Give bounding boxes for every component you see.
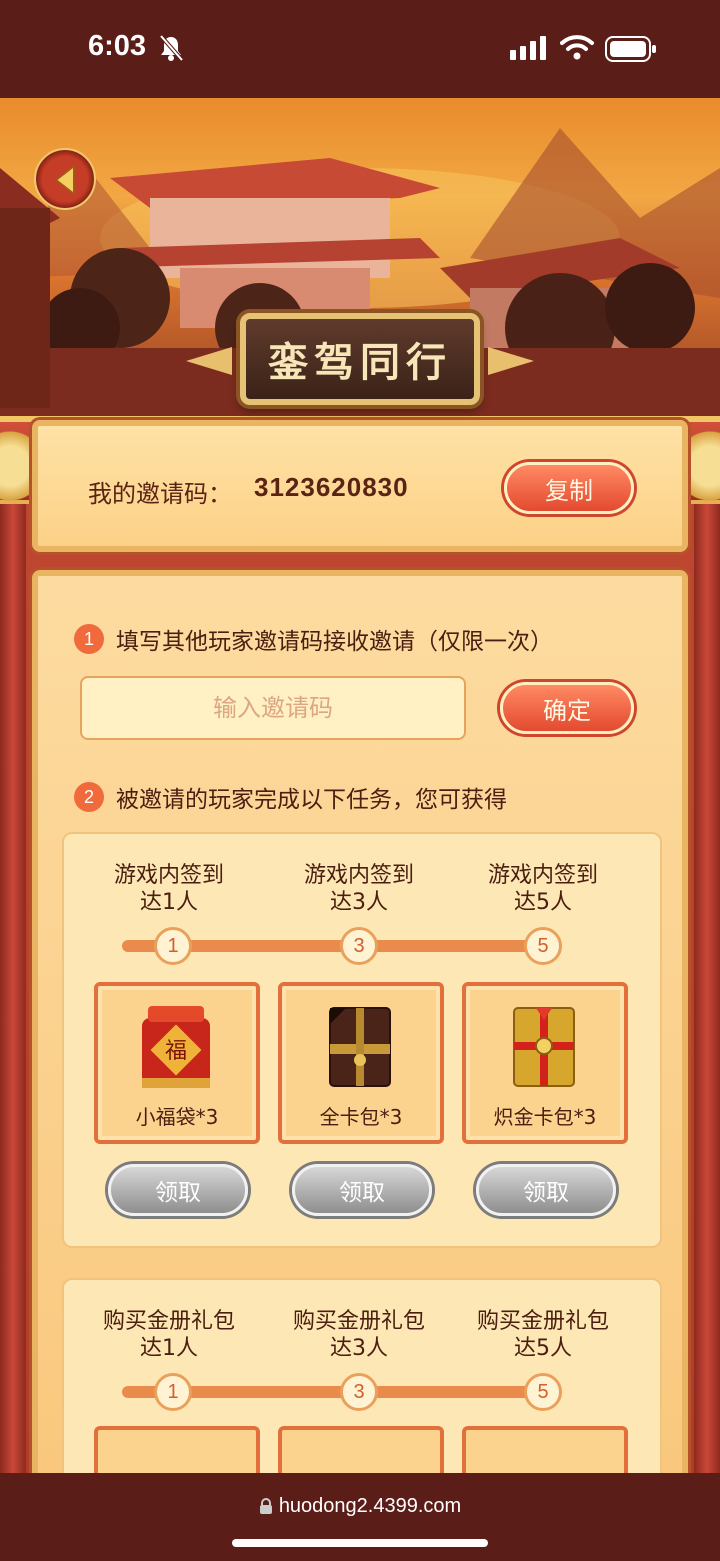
left-pillar-decoration <box>0 428 26 1473</box>
purchase-reward-panel: 购买金册礼包 达1人 购买金册礼包 达3人 购买金册礼包 达5人 1 3 5 <box>62 1278 662 1473</box>
milestone-label: 购买金册礼包 达1人 <box>84 1308 254 1362</box>
reward-name: 炽金卡包*3 <box>493 1105 597 1129</box>
claim-button[interactable]: 领取 <box>292 1164 432 1216</box>
step-1-text: 填写其他玩家邀请码接收邀请（仅限一次） <box>116 629 553 655</box>
confirm-button[interactable]: 确定 <box>500 682 634 734</box>
milestone-label: 游戏内签到 达5人 <box>458 862 628 916</box>
url-text: huodong2.4399.com <box>278 1495 462 1517</box>
wifi-icon <box>560 35 594 60</box>
milestone-count: 达3人 <box>330 890 388 915</box>
reward-item: 福 小福袋*3 <box>94 982 260 1144</box>
lucky-bag-icon: 福 <box>142 1006 210 1088</box>
browser-url-bar[interactable]: huodong2.4399.com <box>0 1473 720 1561</box>
milestone-task: 游戏内签到 <box>113 863 224 888</box>
reward-name: 全卡包*3 <box>319 1105 403 1129</box>
back-button[interactable] <box>34 148 96 210</box>
progress-node: 5 <box>524 927 562 965</box>
invite-code-label: 我的邀请码： <box>88 480 232 508</box>
page-title: 銮驾同行 <box>268 339 452 386</box>
progress-node: 3 <box>340 927 378 965</box>
step-2-badge: 2 <box>74 782 104 812</box>
milestone-count: 达5人 <box>514 1336 572 1361</box>
progress-node: 1 <box>154 1373 192 1411</box>
status-bar: 6:03 <box>0 0 720 98</box>
my-invite-code-card: 我的邀请码： 3123620830 复制 <box>32 420 688 552</box>
copy-button[interactable]: 复制 <box>504 462 634 514</box>
invite-task-card: 1 填写其他玩家邀请码接收邀请（仅限一次） 确定 2 被邀请的玩家完成以下任务，… <box>32 570 688 1473</box>
step-2-text: 被邀请的玩家完成以下任务，您可获得 <box>116 787 507 813</box>
milestone-count: 达5人 <box>514 890 572 915</box>
milestone-label: 购买金册礼包 达3人 <box>274 1308 444 1362</box>
bell-muted-icon <box>159 34 184 62</box>
milestone-count: 达3人 <box>330 1336 388 1361</box>
progress-node: 5 <box>524 1373 562 1411</box>
signin-reward-panel: 游戏内签到 达1人 游戏内签到 达3人 游戏内签到 达5人 1 3 5 福 小福… <box>62 832 662 1248</box>
status-time: 6:03 <box>88 30 147 62</box>
claim-button[interactable]: 领取 <box>108 1164 248 1216</box>
milestone-task: 购买金册礼包 <box>102 1309 235 1334</box>
reward-item <box>94 1426 260 1473</box>
cellular-signal-icon <box>510 36 546 60</box>
card-pack-icon <box>329 1007 391 1087</box>
chevron-left-icon <box>54 163 75 197</box>
invite-code-input[interactable] <box>80 676 466 740</box>
reward-item <box>462 1426 628 1473</box>
lock-icon <box>259 1498 272 1514</box>
milestone-count: 达1人 <box>140 1336 198 1361</box>
progress-node: 1 <box>154 927 192 965</box>
page: 銮驾同行 我的邀请码： 3123620830 复制 1 填写其他玩家邀请码接收邀… <box>0 98 720 1473</box>
step-1-header: 1 填写其他玩家邀请码接收邀请（仅限一次） <box>74 622 553 656</box>
invite-code-value: 3123620830 <box>254 472 409 502</box>
title-plaque: 銮驾同行 <box>186 313 534 405</box>
milestone-task: 游戏内签到 <box>303 863 414 888</box>
reward-item: 炽金卡包*3 <box>462 982 628 1144</box>
progress-node: 3 <box>340 1373 378 1411</box>
reward-item: 全卡包*3 <box>278 982 444 1144</box>
milestone-label: 游戏内签到 达1人 <box>84 862 254 916</box>
claim-button[interactable]: 领取 <box>476 1164 616 1216</box>
right-pillar-decoration <box>694 428 720 1473</box>
home-indicator[interactable] <box>232 1539 488 1547</box>
step-1-badge: 1 <box>74 624 104 654</box>
milestone-label: 游戏内签到 达3人 <box>274 862 444 916</box>
url-display[interactable]: huodong2.4399.com <box>0 1495 720 1518</box>
step-2-header: 2 被邀请的玩家完成以下任务，您可获得 <box>74 780 507 814</box>
battery-icon <box>605 36 656 62</box>
svg-text:福: 福 <box>165 1039 187 1064</box>
milestone-label: 购买金册礼包 达5人 <box>458 1308 628 1362</box>
milestone-count: 达1人 <box>140 890 198 915</box>
milestone-task: 购买金册礼包 <box>292 1309 425 1334</box>
reward-name: 小福袋*3 <box>135 1105 219 1129</box>
milestone-task: 游戏内签到 <box>487 863 598 888</box>
gold-card-pack-icon <box>513 1007 575 1087</box>
milestone-task: 购买金册礼包 <box>476 1309 609 1334</box>
reward-item <box>278 1426 444 1473</box>
